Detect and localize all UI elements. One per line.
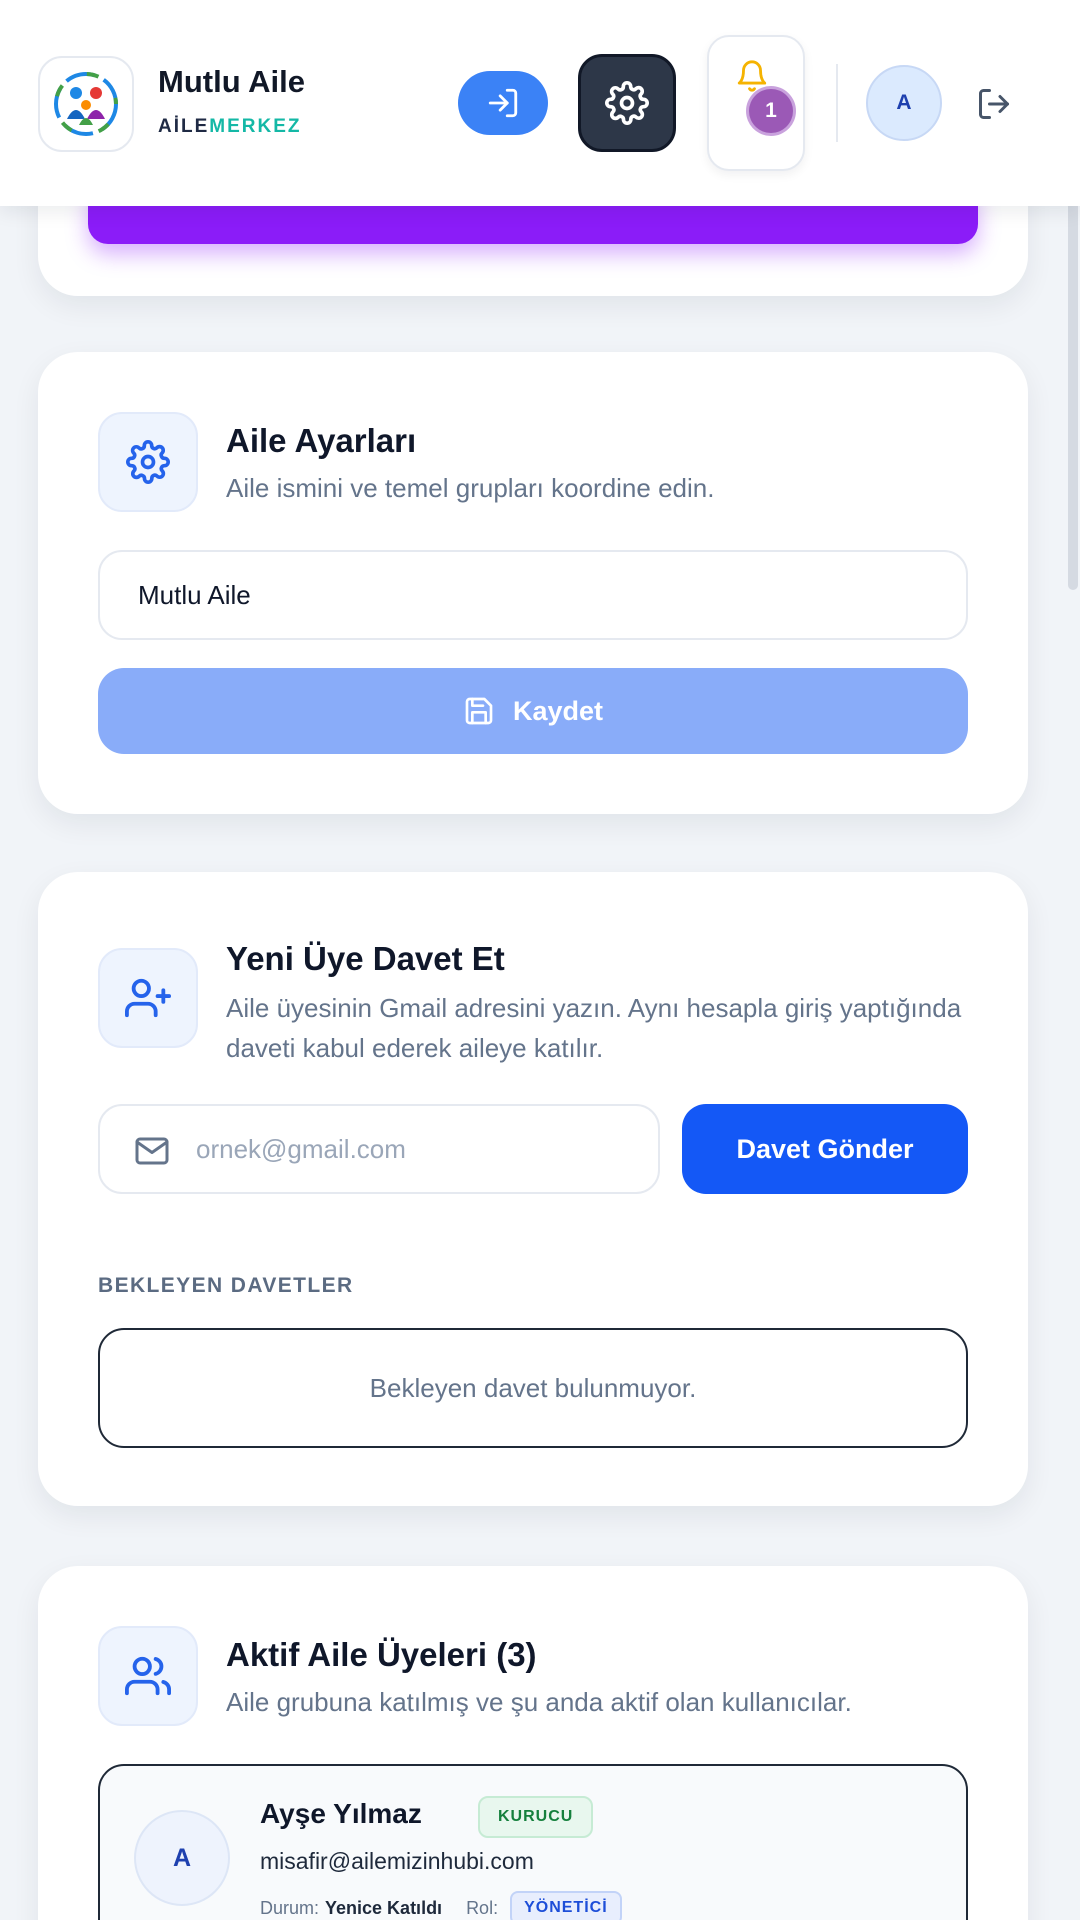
header-divider — [836, 64, 838, 142]
notifications-button[interactable]: 1 — [707, 35, 805, 171]
member-name: Ayşe Yılmaz — [260, 1798, 422, 1829]
family-logo-icon — [54, 72, 118, 136]
member-meta: Durum: Yenice Katıldı Rol: YÖNETİCİ — [260, 1890, 622, 1920]
members-description: Aile grubuna katılmış ve şu anda aktif o… — [226, 1687, 852, 1717]
bell-icon — [737, 60, 767, 92]
brand-name: Mutlu Aile — [158, 64, 305, 99]
logout-icon — [979, 89, 1009, 119]
settings-icon-tile — [98, 412, 198, 512]
members-icon-tile — [98, 1626, 198, 1726]
join-family-button[interactable] — [458, 71, 548, 135]
invite-description: Aile üyesinin Gmail adresini yazın. Aynı… — [226, 993, 962, 1063]
save-button-label: Kaydet — [512, 695, 604, 726]
scrollbar-thumb[interactable] — [1068, 150, 1078, 590]
send-invite-button[interactable]: Davet Gönder — [682, 1104, 968, 1194]
invite-title: Yeni Üye Davet Et — [226, 940, 505, 977]
pending-invites-empty-state: Bekleyen davet bulunmuyor. — [98, 1328, 968, 1448]
invite-member-card: Yeni Üye Davet Et Aile üyesinin Gmail ad… — [38, 872, 1028, 1506]
gear-icon — [126, 440, 170, 484]
user-avatar[interactable]: A — [866, 65, 942, 141]
settings-title: Aile Ayarları — [226, 422, 417, 459]
member-status-value: Yenice Katıldı — [325, 1897, 443, 1918]
role-badge: YÖNETİCİ — [510, 1891, 622, 1920]
brand-subtitle-part1: AİLE — [158, 116, 210, 137]
floppy-disk-icon — [465, 697, 493, 725]
app-header: Mutlu Aile AİLEMERKEZ 1 A — [0, 0, 1080, 206]
member-email: misafir@ailemizinhubi.com — [260, 1848, 534, 1874]
notification-count-badge: 1 — [749, 89, 793, 133]
members-title: Aktif Aile Üyeleri (3) — [226, 1636, 537, 1673]
member-role-label: Rol: — [466, 1897, 499, 1918]
family-settings-card: Aile Ayarları Aile ismini ve temel grupl… — [38, 352, 1028, 814]
member-row[interactable]: A Ayşe Yılmaz KURUCU misafir@ailemizinhu… — [98, 1764, 968, 1920]
login-icon — [488, 88, 518, 118]
email-field[interactable] — [98, 1104, 660, 1194]
family-logo[interactable] — [38, 56, 134, 152]
brand-subtitle: AİLEMERKEZ — [158, 116, 302, 138]
family-name-input[interactable] — [98, 550, 968, 640]
member-status-label: Durum: — [260, 1897, 320, 1918]
mail-icon — [135, 1137, 169, 1165]
settings-button[interactable] — [578, 54, 676, 152]
invite-icon-tile — [98, 948, 198, 1048]
logout-button[interactable] — [972, 82, 1016, 126]
active-members-card: Aktif Aile Üyeleri (3) Aile grubuna katı… — [38, 1566, 1028, 1920]
brand-subtitle-part2: MERKEZ — [209, 116, 302, 137]
email-input[interactable] — [196, 1106, 636, 1192]
member-avatar: A — [134, 1810, 230, 1906]
gear-icon — [605, 81, 649, 125]
founder-badge: KURUCU — [478, 1796, 594, 1838]
save-button[interactable]: Kaydet — [98, 668, 968, 754]
pending-invites-heading: BEKLEYEN DAVETLER — [98, 1274, 354, 1297]
user-plus-icon — [125, 978, 171, 1018]
settings-description: Aile ismini ve temel grupları koordine e… — [226, 473, 715, 503]
users-icon — [125, 1656, 171, 1696]
